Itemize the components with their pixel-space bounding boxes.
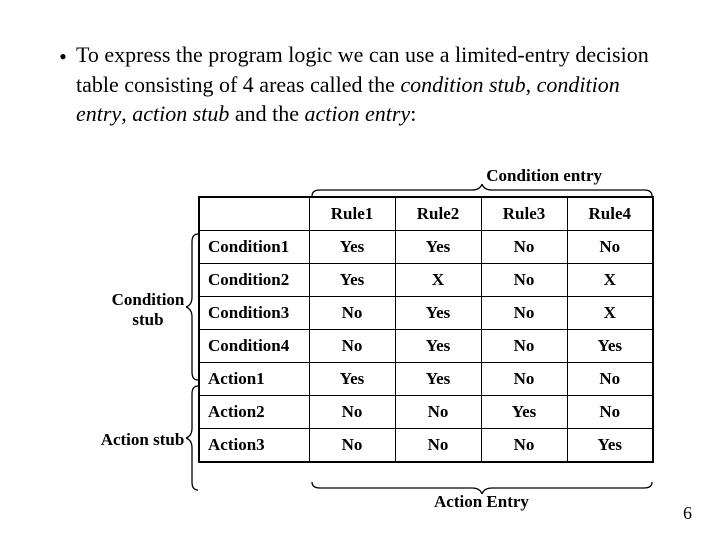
row-name: Action1 <box>199 363 309 396</box>
row-name: Action3 <box>199 429 309 463</box>
brace-condition-stub-icon <box>186 232 200 382</box>
table-cell: X <box>567 264 653 297</box>
table-row: Condition1YesYesNoNo <box>199 231 653 264</box>
term-action-entry: action entry <box>305 101 411 126</box>
table-cell: Yes <box>395 231 481 264</box>
table-cell: No <box>481 231 567 264</box>
table-row: Action2NoNoYesNo <box>199 396 653 429</box>
table-cell: X <box>395 264 481 297</box>
table-row: Rule1 Rule2 Rule3 Rule4 <box>199 197 653 231</box>
bullet-mid: and the <box>229 101 304 126</box>
bullet-item: • To express the program logic we can us… <box>50 40 670 129</box>
label-condition-stub: Condition stub <box>108 290 188 331</box>
label-condition-entry: Condition entry <box>486 166 602 186</box>
table-cell: Yes <box>481 396 567 429</box>
label-condition-stub-b: stub <box>132 310 163 329</box>
page-number: 6 <box>683 503 692 524</box>
slide: • To express the program logic we can us… <box>0 0 720 540</box>
table-row: Action1YesYesNoNo <box>199 363 653 396</box>
table-row: Condition4NoYesNoYes <box>199 330 653 363</box>
table-header: Rule3 <box>481 197 567 231</box>
table-cell: Yes <box>567 429 653 463</box>
table-cell: No <box>309 330 395 363</box>
table-cell: Yes <box>567 330 653 363</box>
table-cell: No <box>309 297 395 330</box>
bullet-post: : <box>410 101 416 126</box>
term-condition-stub: condition stub <box>400 72 525 97</box>
table-cell: Yes <box>309 363 395 396</box>
table-cell: No <box>481 429 567 463</box>
label-action-entry: Action Entry <box>434 492 529 512</box>
table-header: Rule2 <box>395 197 481 231</box>
table-row: Condition2YesXNoX <box>199 264 653 297</box>
table-header-blank <box>199 197 309 231</box>
table-cell: Yes <box>309 264 395 297</box>
label-action-stub: Action stub <box>95 430 190 450</box>
table-cell: Yes <box>395 330 481 363</box>
table-cell: No <box>395 429 481 463</box>
table-cell: No <box>481 330 567 363</box>
table-cell: No <box>481 264 567 297</box>
bullet-text: To express the program logic we can use … <box>76 40 670 129</box>
term-action-stub: action stub <box>132 101 229 126</box>
row-name: Condition2 <box>199 264 309 297</box>
row-name: Condition3 <box>199 297 309 330</box>
sep: , <box>526 72 537 97</box>
label-condition-stub-a: Condition <box>112 290 185 309</box>
table-cell: No <box>309 396 395 429</box>
table-cell: No <box>567 396 653 429</box>
sep: , <box>121 101 132 126</box>
table-cell: No <box>309 429 395 463</box>
bullet-dot-icon: • <box>50 40 76 72</box>
table-cell: No <box>481 363 567 396</box>
row-name: Condition1 <box>199 231 309 264</box>
table-header: Rule1 <box>309 197 395 231</box>
table-cell: No <box>567 231 653 264</box>
table-row: Action3NoNoNoYes <box>199 429 653 463</box>
table-cell: X <box>567 297 653 330</box>
row-name: Action2 <box>199 396 309 429</box>
table-cell: No <box>395 396 481 429</box>
table-row: Condition3NoYesNoX <box>199 297 653 330</box>
table-cell: Yes <box>395 297 481 330</box>
table-cell: Yes <box>395 363 481 396</box>
table-cell: No <box>567 363 653 396</box>
table-cell: No <box>481 297 567 330</box>
decision-table: Rule1 Rule2 Rule3 Rule4 Condition1YesYes… <box>198 196 654 463</box>
table-cell: Yes <box>309 231 395 264</box>
row-name: Condition4 <box>199 330 309 363</box>
table-header: Rule4 <box>567 197 653 231</box>
